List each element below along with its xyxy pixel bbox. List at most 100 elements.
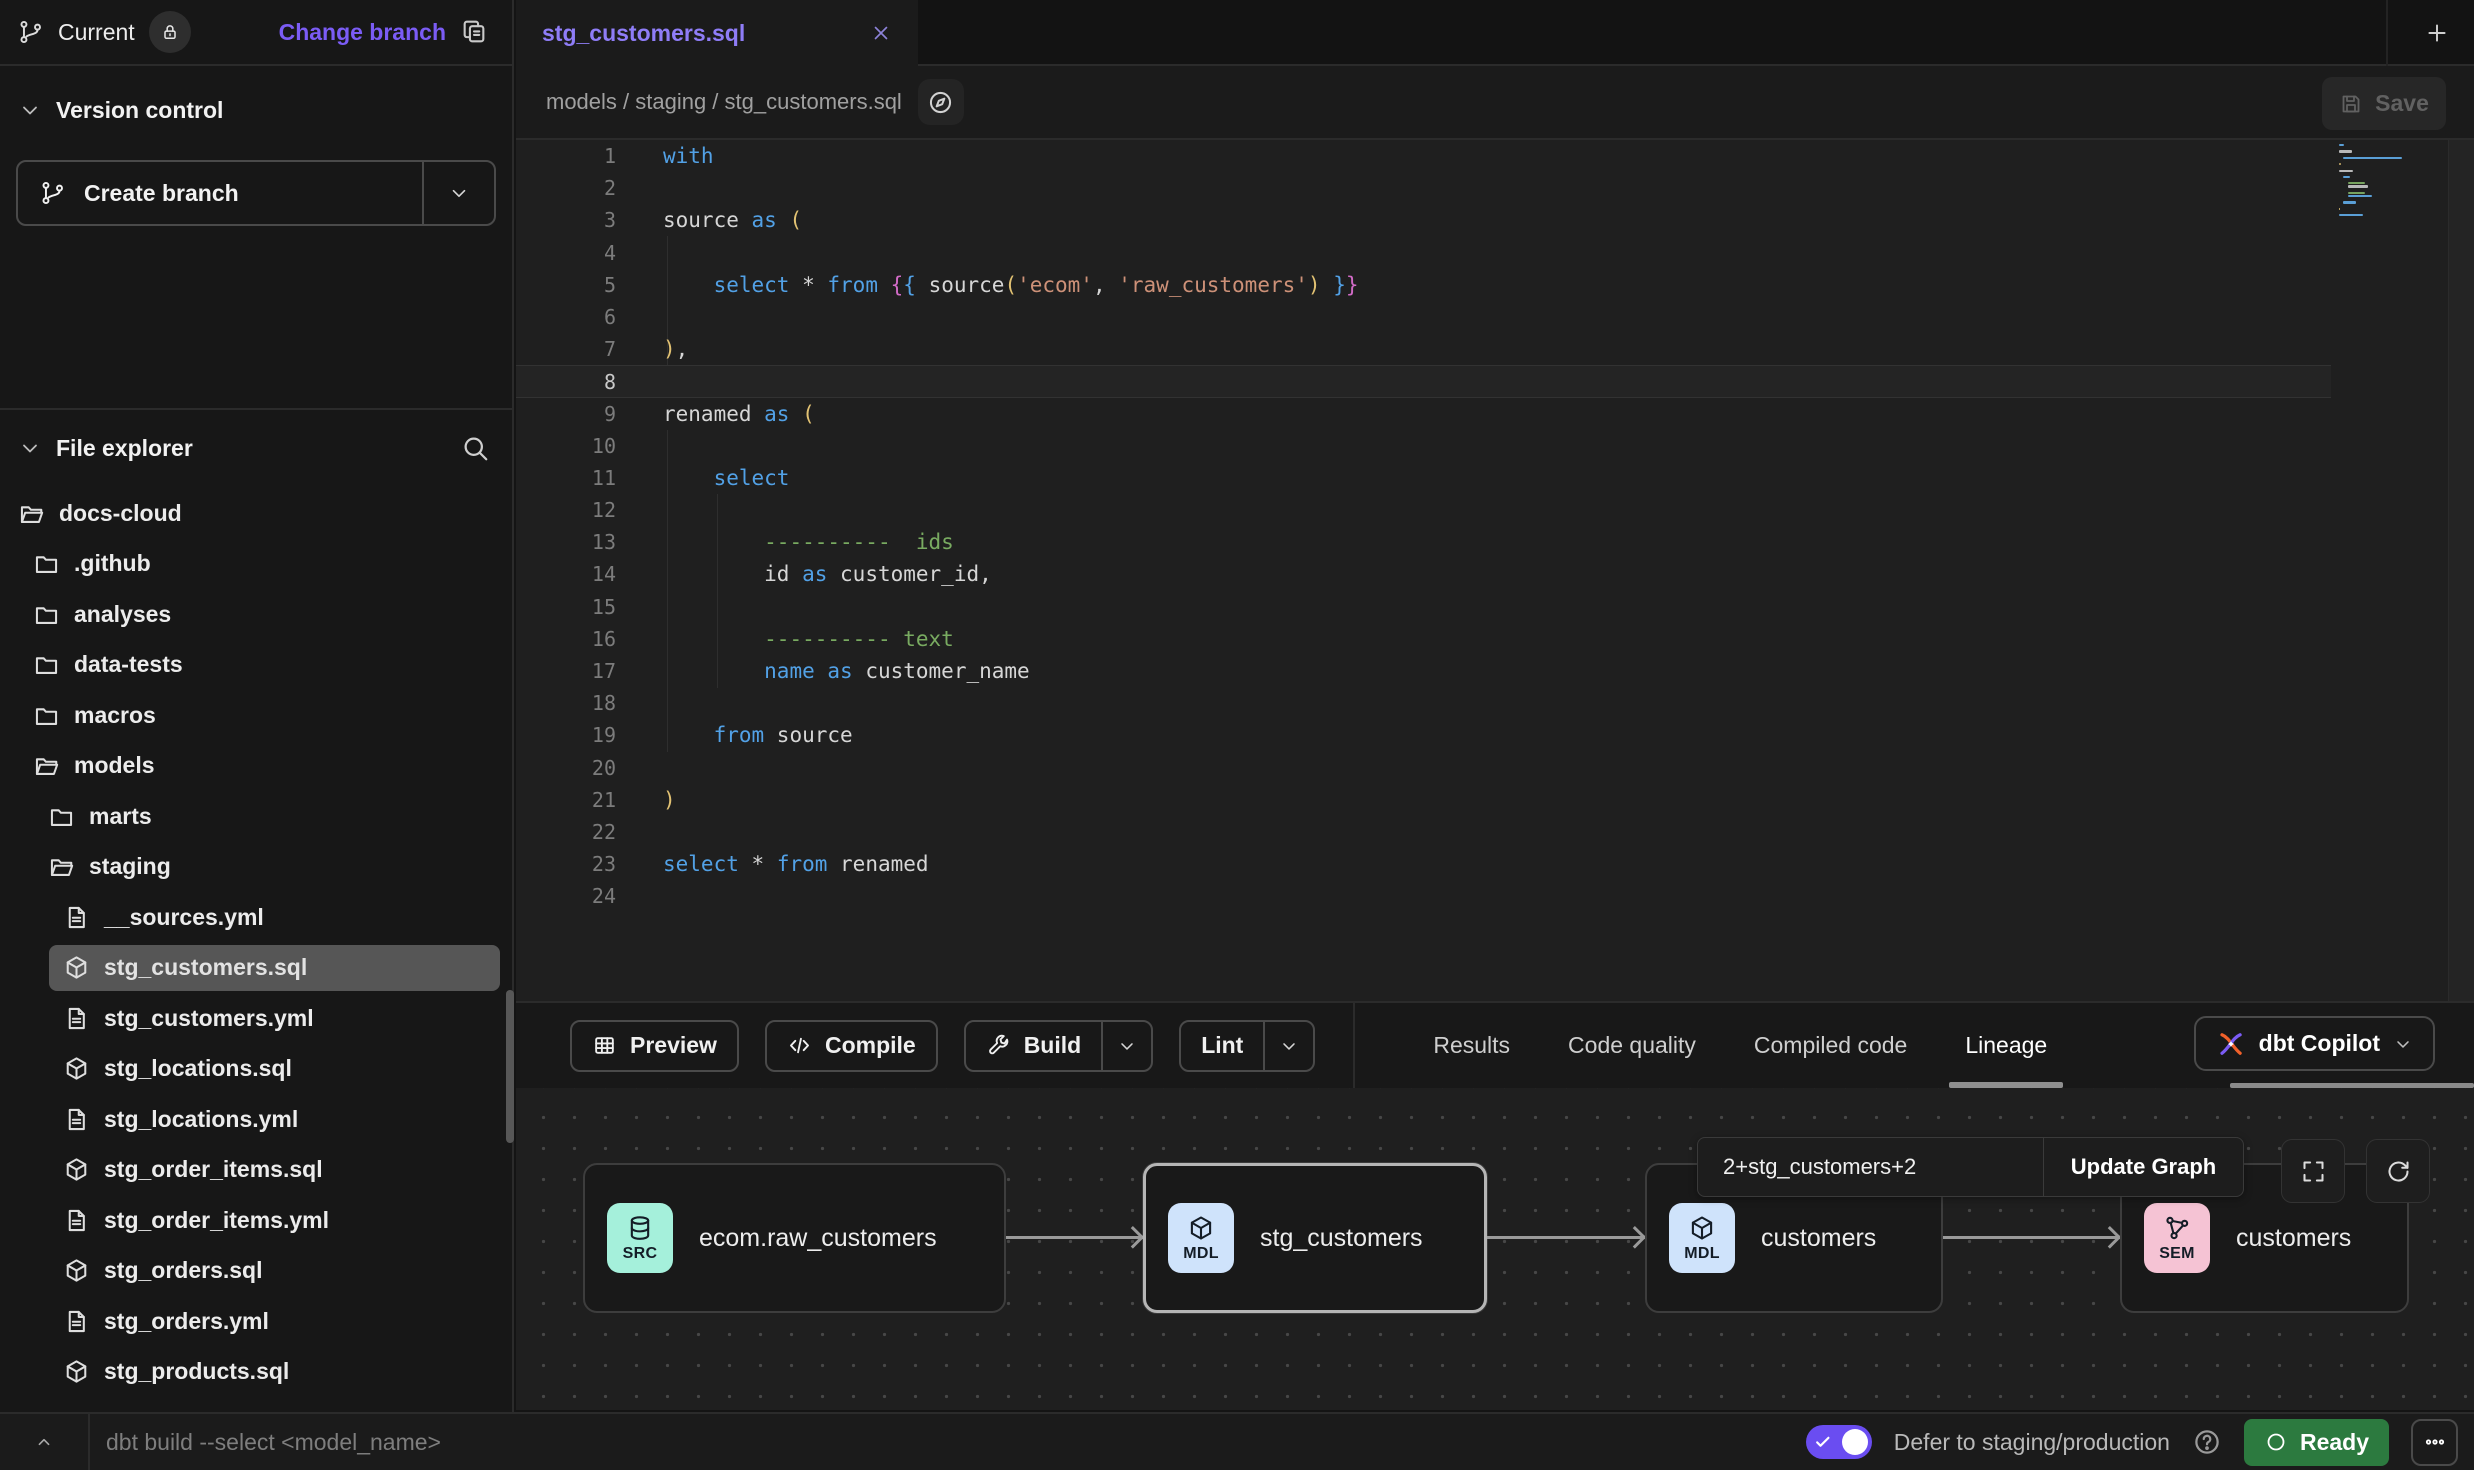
file-explorer-title: File explorer: [56, 435, 193, 462]
code-line-13[interactable]: 13 ---------- ids: [516, 526, 2331, 558]
version-control-header[interactable]: Version control: [0, 78, 512, 142]
code-line-22[interactable]: 22: [516, 816, 2331, 848]
lint-dropdown[interactable]: [1263, 1022, 1313, 1070]
line-content: [616, 591, 663, 623]
code-line-18[interactable]: 18: [516, 687, 2331, 719]
line-number: 17: [516, 655, 616, 687]
code-line-6[interactable]: 6: [516, 301, 2331, 333]
code-line-17[interactable]: 17 name as customer_name: [516, 655, 2331, 687]
code-line-15[interactable]: 15: [516, 591, 2331, 623]
fullscreen-button[interactable]: [2281, 1139, 2345, 1203]
tree-item-docs-cloud[interactable]: docs-cloud: [0, 488, 512, 539]
tab-lineage[interactable]: Lineage: [1965, 1003, 2047, 1088]
compile-button[interactable]: Compile: [765, 1020, 938, 1072]
line-content: [616, 237, 663, 269]
save-button[interactable]: Save: [2322, 77, 2446, 130]
code-line-4[interactable]: 4: [516, 237, 2331, 269]
line-content: [616, 880, 663, 912]
editor-scrollbar[interactable]: [2448, 140, 2474, 1001]
lint-button[interactable]: Lint: [1179, 1020, 1315, 1072]
code-line-11[interactable]: 11 select: [516, 462, 2331, 494]
tree-item-analyses[interactable]: analyses: [0, 589, 512, 640]
tree-item-stg-customers-sql[interactable]: stg_customers.sql: [0, 943, 512, 994]
tree-item-stg-orders-sql[interactable]: stg_orders.sql: [0, 1246, 512, 1297]
search-icon[interactable]: [460, 433, 490, 463]
tree-item-stg-customers-yml[interactable]: stg_customers.yml: [0, 993, 512, 1044]
code-line-1[interactable]: 1with: [516, 140, 2331, 172]
line-number: 19: [516, 719, 616, 751]
change-branch-link[interactable]: Change branch: [279, 19, 446, 46]
build-dropdown[interactable]: [1101, 1022, 1151, 1070]
code-line-10[interactable]: 10: [516, 430, 2331, 462]
refresh-button[interactable]: [2366, 1139, 2430, 1203]
tab-code-quality[interactable]: Code quality: [1568, 1003, 1696, 1088]
node-badge-mdl: MDL: [1168, 1203, 1234, 1273]
tree-item--sources-yml[interactable]: __sources.yml: [0, 892, 512, 943]
sidebar-scrollbar[interactable]: [506, 990, 514, 1143]
model-icon: [63, 1358, 90, 1385]
code-line-24[interactable]: 24: [516, 880, 2331, 912]
minimap[interactable]: [2339, 144, 2411, 221]
new-tab-button[interactable]: [2414, 10, 2460, 56]
code-line-2[interactable]: 2: [516, 172, 2331, 204]
file-explorer-header[interactable]: File explorer: [0, 416, 512, 480]
code-line-3[interactable]: 3source as (: [516, 204, 2331, 236]
line-content: renamed as (: [616, 398, 815, 430]
tree-item-stg-locations-sql[interactable]: stg_locations.sql: [0, 1044, 512, 1095]
tree-item-staging[interactable]: staging: [0, 842, 512, 893]
collapse-panel-button[interactable]: [0, 1414, 90, 1470]
tree-item-data-tests[interactable]: data-tests: [0, 640, 512, 691]
code-line-12[interactable]: 12: [516, 494, 2331, 526]
tab-compiled-code[interactable]: Compiled code: [1754, 1003, 1907, 1088]
more-options-button[interactable]: [2411, 1419, 2458, 1466]
code-line-23[interactable]: 23select * from renamed: [516, 848, 2331, 880]
tab-stg-customers[interactable]: stg_customers.sql: [516, 0, 918, 66]
tree-item-stg-locations-yml[interactable]: stg_locations.yml: [0, 1094, 512, 1145]
tree-item-label: macros: [74, 702, 156, 729]
close-icon[interactable]: [870, 22, 892, 44]
code-line-19[interactable]: 19 from source: [516, 719, 2331, 751]
update-graph-button[interactable]: Update Graph: [2043, 1138, 2243, 1196]
code-line-21[interactable]: 21): [516, 784, 2331, 816]
ready-label: Ready: [2300, 1429, 2369, 1456]
dbt-copilot-label: dbt Copilot: [2259, 1030, 2380, 1057]
tree-item-stg-order-items-yml[interactable]: stg_order_items.yml: [0, 1195, 512, 1246]
tab-results[interactable]: Results: [1433, 1003, 1510, 1088]
branch-header: Current Change branch: [0, 0, 512, 66]
tree-item-stg-products-sql[interactable]: stg_products.sql: [0, 1347, 512, 1398]
code-line-16[interactable]: 16 ---------- text: [516, 623, 2331, 655]
lineage-filter-input[interactable]: 2+stg_customers+2: [1698, 1138, 2043, 1196]
navigate-button[interactable]: [918, 79, 964, 125]
create-branch-button[interactable]: Create branch: [16, 160, 496, 226]
ready-status-button[interactable]: Ready: [2244, 1419, 2389, 1466]
lineage-node-ecom-raw-customers[interactable]: SRCecom.raw_customers: [583, 1163, 1006, 1313]
tree-item-models[interactable]: models: [0, 741, 512, 792]
lineage-canvas[interactable]: SRCecom.raw_customers MDLstg_customersMDL…: [516, 1088, 2474, 1410]
lineage-node-stg-customers[interactable]: MDLstg_customers: [1143, 1163, 1487, 1313]
tree-item-stg-orders-yml[interactable]: stg_orders.yml: [0, 1296, 512, 1347]
command-input[interactable]: dbt build --select <model_name>: [106, 1429, 441, 1456]
copy-icon[interactable]: [460, 18, 488, 46]
build-button[interactable]: Build: [964, 1020, 1154, 1072]
code-line-5[interactable]: 5 select * from {{ source('ecom', 'raw_c…: [516, 269, 2331, 301]
folder-open-icon: [48, 853, 75, 880]
tree-item--github[interactable]: .github: [0, 539, 512, 590]
code-line-8[interactable]: 8: [516, 365, 2331, 397]
tree-item-marts[interactable]: marts: [0, 791, 512, 842]
create-branch-dropdown[interactable]: [422, 162, 494, 224]
defer-toggle[interactable]: [1806, 1425, 1872, 1459]
line-content: select * from renamed: [616, 848, 929, 880]
tree-item-macros[interactable]: macros: [0, 690, 512, 741]
code-line-7[interactable]: 7),: [516, 333, 2331, 365]
code-line-14[interactable]: 14 id as customer_id,: [516, 558, 2331, 590]
code-line-20[interactable]: 20: [516, 752, 2331, 784]
line-number: 5: [516, 269, 616, 301]
tree-item-stg-order-items-sql[interactable]: stg_order_items.sql: [0, 1145, 512, 1196]
code-line-9[interactable]: 9renamed as (: [516, 398, 2331, 430]
dbt-copilot-button[interactable]: dbt Copilot: [2194, 1016, 2435, 1071]
lint-label: Lint: [1201, 1032, 1243, 1059]
help-icon[interactable]: [2192, 1427, 2222, 1457]
code-editor[interactable]: 1with23source as (45 select * from {{ so…: [516, 140, 2474, 1001]
preview-button[interactable]: Preview: [570, 1020, 739, 1072]
panel-tabs: Results Code quality Compiled code Lineage: [1433, 1003, 2047, 1088]
